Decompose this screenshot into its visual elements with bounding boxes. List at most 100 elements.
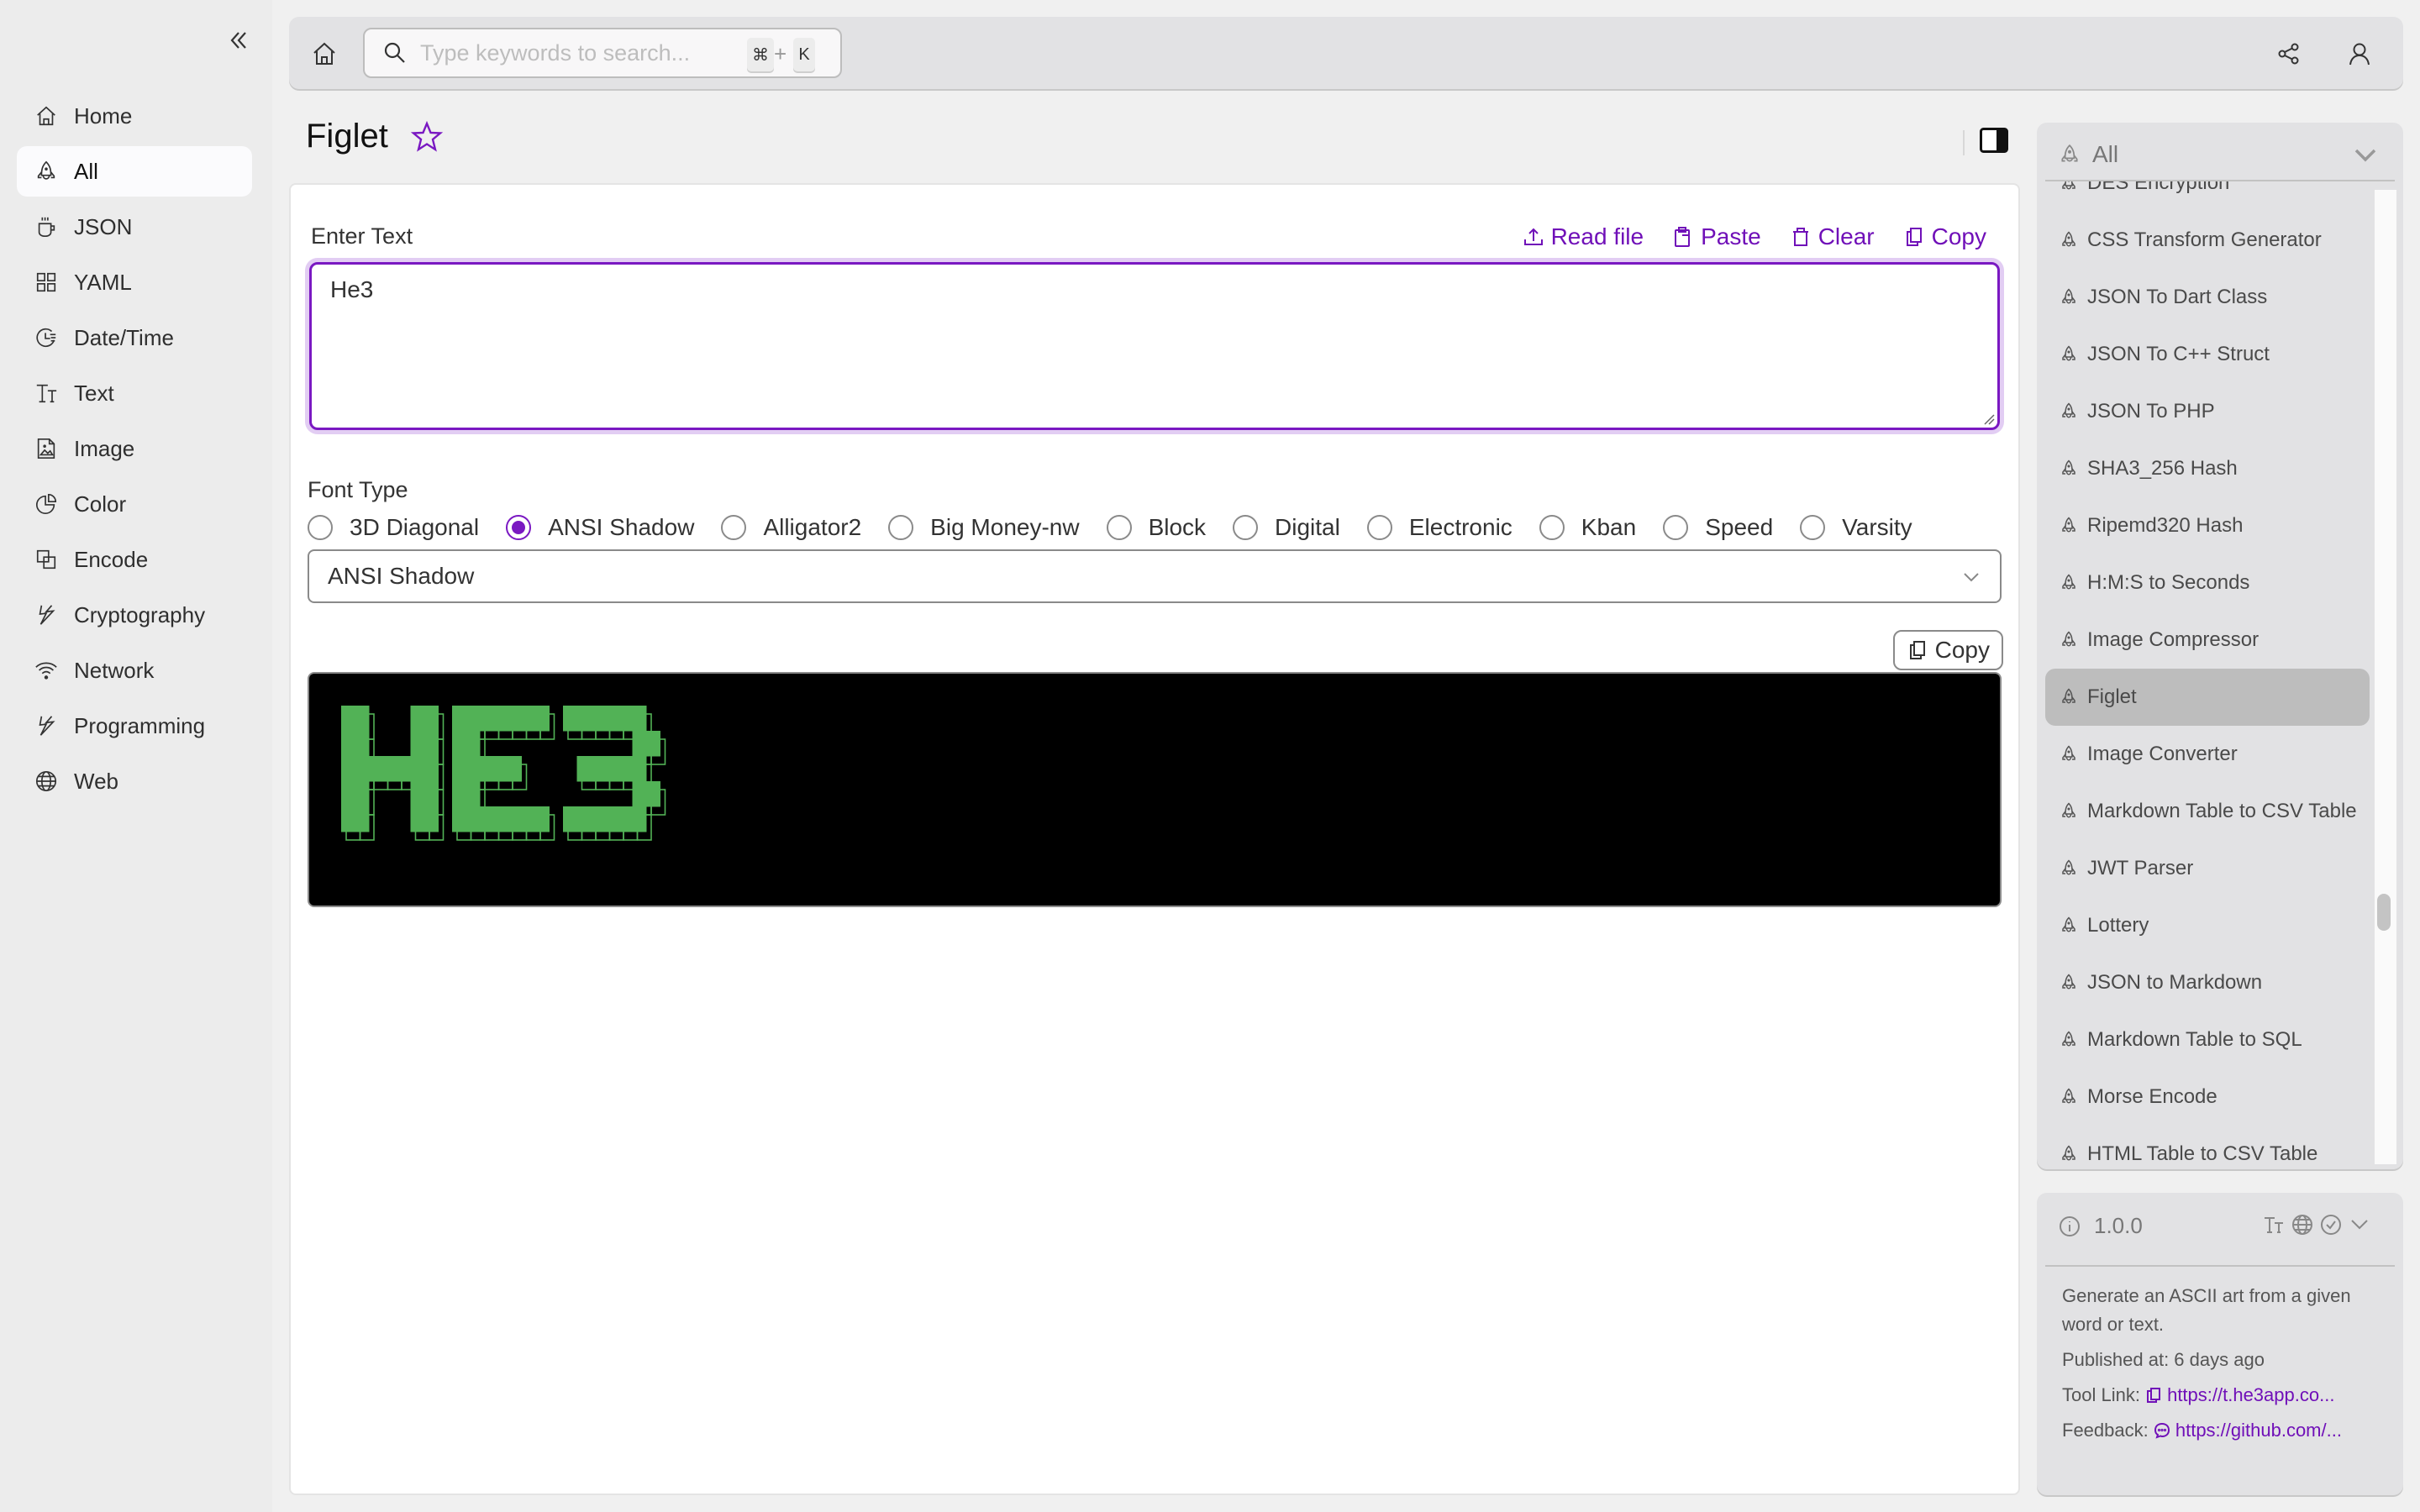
tool-list-item[interactable]: HTML Table to CSV Table [2045, 1126, 2370, 1164]
radio-circle[interactable] [1663, 515, 1689, 540]
check-circle-icon[interactable] [2319, 1213, 2343, 1236]
ascii-block-cell [563, 806, 577, 832]
tool-description: Generate an ASCII art from a given word … [2062, 1285, 2351, 1335]
cup-icon [34, 214, 59, 239]
tool-list-scrollbar-thumb[interactable] [2377, 894, 2391, 931]
tool-list-item[interactable]: JSON To Dart Class [2045, 269, 2370, 326]
font-radio-speed[interactable]: Speed [1663, 514, 1773, 541]
copy-output-button[interactable]: Copy [1892, 630, 2003, 670]
sidebar-item-encode[interactable]: Encode [17, 534, 252, 585]
radio-circle[interactable] [506, 515, 532, 540]
font-radio-label: 3D Diagonal [350, 514, 480, 540]
sidebar-item-cryptography[interactable]: Cryptography [17, 590, 252, 640]
sidebar-item-json[interactable]: JSON [17, 202, 252, 252]
radio-circle[interactable] [1539, 515, 1565, 540]
title-divider [1963, 130, 1965, 155]
font-radio-big-money-nw[interactable]: Big Money-nw [888, 514, 1080, 541]
radio-circle[interactable] [721, 515, 747, 540]
tool-list-item[interactable]: SHA3_256 Hash [2045, 440, 2370, 497]
tool-list-item[interactable]: Lottery [2045, 897, 2370, 954]
tool-link[interactable]: https://t.he3app.co... [2167, 1384, 2334, 1405]
tool-list-item-label: JSON to Markdown [2087, 971, 2263, 994]
sidebar-item-color[interactable]: Color [17, 479, 252, 529]
sidebar-item-image[interactable]: Image [17, 423, 252, 474]
sidebar-item-date-time[interactable]: Date/Time [17, 312, 252, 363]
sidebar-item-label: Cryptography [74, 601, 206, 627]
sidebar-item-web[interactable]: Web [17, 756, 252, 806]
upload-icon [1523, 228, 1543, 245]
resize-grip-icon[interactable] [1983, 413, 1995, 425]
info-icons [2262, 1213, 2371, 1236]
ascii-block-cell [591, 706, 605, 732]
clear-button[interactable]: Clear [1790, 223, 1875, 250]
shortcut-key-cmd: ⌘ [747, 38, 774, 71]
feedback-link[interactable]: https://github.com/... [2175, 1420, 2342, 1441]
paste-button[interactable]: Paste [1672, 223, 1761, 250]
radio-circle[interactable] [888, 515, 914, 540]
search-box[interactable]: ⌘ + K [363, 28, 842, 78]
tool-list-item[interactable]: H:M:S to Seconds [2045, 554, 2370, 612]
clear-label: Clear [1818, 223, 1875, 249]
ascii-block-cell [480, 706, 494, 732]
text-icon [34, 381, 59, 406]
tool-list-item[interactable]: Image Compressor [2045, 612, 2370, 669]
tool-list-item[interactable]: Figlet [2045, 669, 2370, 726]
sidebar-item-yaml[interactable]: YAML [17, 257, 252, 307]
radio-circle[interactable] [308, 515, 333, 540]
sidebar-item-text[interactable]: Text [17, 368, 252, 418]
favorite-button[interactable] [410, 120, 444, 154]
sidebar-item-home[interactable]: Home [17, 91, 252, 141]
tool-list-item[interactable]: Morse Encode [2045, 1068, 2370, 1126]
sidebar: Home All JSON YAML Date/Time Text Image Color En… [0, 0, 272, 1512]
tool-list-item[interactable]: JSON To C++ Struct [2045, 326, 2370, 383]
radio-circle[interactable] [1800, 515, 1826, 540]
paste-label: Paste [1701, 223, 1761, 249]
ascii-block-cell [452, 781, 466, 807]
font-type-select[interactable]: ANSI Shadow [308, 549, 2002, 603]
sidebar-item-programming[interactable]: Programming [17, 701, 252, 751]
globe-icon[interactable] [2291, 1213, 2314, 1236]
shortcut-key-k: K [793, 38, 815, 71]
share-button[interactable] [2270, 35, 2307, 72]
radio-circle[interactable] [1233, 515, 1259, 540]
font-radio-varsity[interactable]: Varsity [1800, 514, 1912, 541]
chevron-down-icon[interactable] [2348, 1213, 2371, 1236]
tool-list-item[interactable]: JWT Parser [2045, 840, 2370, 897]
search-input[interactable] [420, 39, 714, 66]
tool-list-scrollbar-track[interactable] [2375, 190, 2396, 1164]
rocket-icon [2060, 454, 2079, 484]
tool-list-item[interactable]: Markdown Table to SQL [2045, 1011, 2370, 1068]
tool-list-item[interactable]: Image Converter [2045, 726, 2370, 783]
font-radio-block[interactable]: Block [1106, 514, 1206, 541]
font-radio-electronic[interactable]: Electronic [1366, 514, 1512, 541]
ascii-block-cell [508, 806, 522, 832]
toggle-right-panel-button[interactable] [1980, 128, 2008, 153]
font-radio-ansi-shadow[interactable]: ANSI Shadow [506, 514, 694, 541]
radio-circle[interactable] [1366, 515, 1392, 540]
tool-list-item[interactable]: DES Encryption [2045, 181, 2370, 212]
tool-list-item[interactable]: Markdown Table to CSV Table [2045, 783, 2370, 840]
text-input[interactable] [309, 262, 2000, 430]
copy-input-button[interactable]: Copy [1903, 223, 1986, 250]
user-button[interactable] [2341, 35, 2378, 72]
font-radio-kban[interactable]: Kban [1539, 514, 1636, 541]
sidebar-item-all[interactable]: All [17, 146, 252, 197]
read-file-button[interactable]: Read file [1523, 223, 1644, 250]
sidebar-item-network[interactable]: Network [17, 645, 252, 696]
font-radio-3d-diagonal[interactable]: 3D Diagonal [308, 514, 479, 541]
ascii-block-cell [521, 706, 536, 732]
rocket-icon [2061, 144, 2078, 162]
radio-circle[interactable] [1106, 515, 1132, 540]
chat-icon [2154, 1422, 2170, 1439]
text-input-wrapper [309, 262, 2000, 430]
font-radio-digital[interactable]: Digital [1233, 514, 1340, 541]
text-icon[interactable] [2262, 1213, 2286, 1236]
tool-list-item[interactable]: Ripemd320 Hash [2045, 497, 2370, 554]
tool-list-item[interactable]: CSS Transform Generator [2045, 212, 2370, 269]
tool-list-item[interactable]: JSON to Markdown [2045, 954, 2370, 1011]
collapse-sidebar-button[interactable] [222, 24, 255, 57]
category-dropdown[interactable]: All [2037, 123, 2403, 186]
font-radio-alligator2[interactable]: Alligator2 [721, 514, 861, 541]
home-button[interactable] [308, 37, 341, 71]
tool-list-item[interactable]: JSON To PHP [2045, 383, 2370, 440]
